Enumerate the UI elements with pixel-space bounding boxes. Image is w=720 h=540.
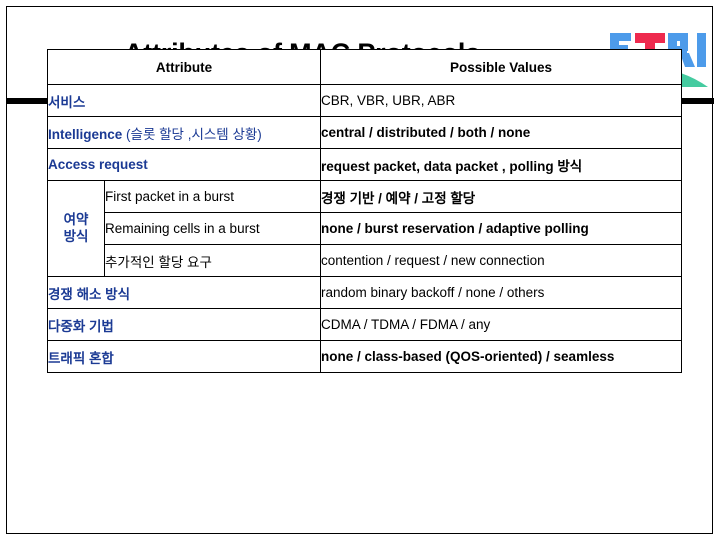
sub-attribute-cell: Remaining cells in a burst [104,212,321,245]
attribute-group-cell: 여약 방식 [47,180,105,277]
attribute-label: Access request [48,157,148,172]
attribute-group-label-line2: 방식 [63,228,89,244]
sub-attribute-cell: First packet in a burst [104,180,321,213]
value-cell: 경쟁 기반 / 예약 / 고정 할당 [320,180,682,213]
table-row: 추가적인 할당 요구 contention / request / new co… [48,244,682,277]
attribute-label: 서비스 [48,94,86,110]
value-cell: request packet, data packet , polling 방식 [320,148,682,181]
value-cell: CBR, VBR, UBR, ABR [320,84,682,117]
table-row: 경쟁 해소 방식 random binary backoff / none / … [47,276,682,309]
value-cell: none / class-based (QOS-oriented) / seam… [320,340,682,373]
attribute-group-label-line1: 여약 [63,211,89,227]
table-row: 여약 방식 First packet in a burst 경쟁 기반 / 예약… [47,180,682,277]
attribute-note: (슬롯 할당 ,시스템 상황) [122,126,262,142]
sub-attribute-cell: 추가적인 할당 요구 [104,244,321,277]
value-cell: contention / request / new connection [320,244,682,277]
attribute-cell: 서비스 [47,84,321,117]
column-header-attribute: Attribute [47,49,321,85]
attributes-table: Attribute Possible Values 서비스 CBR, VBR, … [47,49,682,373]
table-header-row: Attribute Possible Values [47,49,682,85]
value-cell: random binary backoff / none / others [320,276,682,309]
attribute-cell: Access request [47,148,321,181]
column-header-possible-values: Possible Values [320,49,682,85]
table-row: 트래픽 혼합 none / class-based (QOS-oriented)… [47,340,682,373]
table-row: Access request request packet, data pack… [47,148,682,181]
table-row: 서비스 CBR, VBR, UBR, ABR [47,84,682,117]
attribute-cell: Intelligence (슬롯 할당 ,시스템 상황) [47,116,321,149]
attribute-cell: 경쟁 해소 방식 [47,276,321,309]
value-cell: none / burst reservation / adaptive poll… [320,212,682,245]
table-row: Intelligence (슬롯 할당 ,시스템 상황) central / d… [47,116,682,149]
value-cell: CDMA / TDMA / FDMA / any [320,308,682,341]
attribute-label: Intelligence [48,126,123,142]
table-row: 다중화 기법 CDMA / TDMA / FDMA / any [47,308,682,341]
attribute-cell: 다중화 기법 [47,308,321,341]
slide-frame: Attributes of MAC Protocols [6,6,714,534]
value-cell: central / distributed / both / none [320,116,682,149]
table-row: Remaining cells in a burst none / burst … [48,212,682,245]
attribute-cell: 트래픽 혼합 [47,340,321,373]
